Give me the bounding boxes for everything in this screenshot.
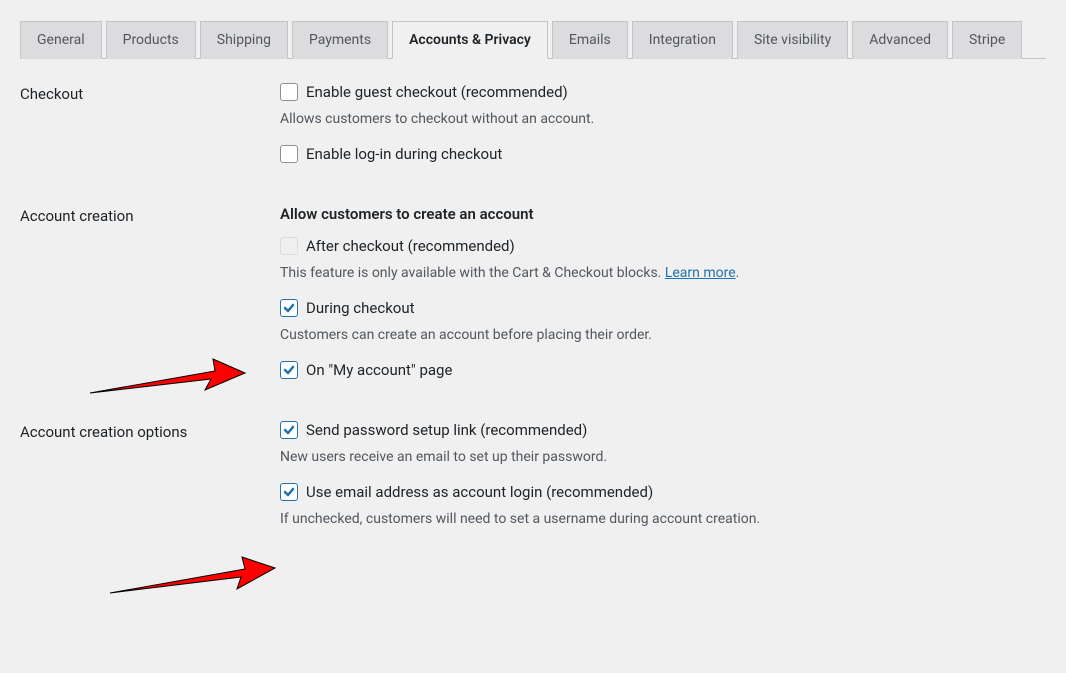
check-icon — [282, 485, 296, 499]
after-checkout-checkbox — [280, 237, 298, 255]
checkout-heading: Checkout — [20, 83, 280, 103]
account-creation-subheading: Allow customers to create an account — [280, 205, 1046, 223]
guest-checkout-description: Allows customers to checkout without an … — [280, 111, 1046, 127]
tab-emails[interactable]: Emails — [552, 21, 628, 59]
tab-payments[interactable]: Payments — [292, 21, 388, 59]
tab-stripe[interactable]: Stripe — [952, 21, 1022, 59]
tab-accounts-privacy[interactable]: Accounts & Privacy — [392, 21, 548, 59]
password-link-label: Send password setup link (recommended) — [306, 421, 587, 439]
tab-site-visibility[interactable]: Site visibility — [737, 21, 848, 59]
after-checkout-label: After checkout (recommended) — [306, 237, 515, 255]
during-checkout-label: During checkout — [306, 299, 415, 317]
during-checkout-checkbox[interactable] — [280, 299, 298, 317]
tab-products[interactable]: Products — [106, 21, 196, 59]
guest-checkout-label: Enable guest checkout (recommended) — [306, 83, 568, 101]
guest-checkout-checkbox[interactable] — [280, 83, 298, 101]
login-during-checkout-label: Enable log-in during checkout — [306, 145, 502, 163]
check-icon — [282, 363, 296, 377]
check-icon — [282, 423, 296, 437]
account-options-heading: Account creation options — [20, 421, 280, 441]
email-login-description: If unchecked, customers will need to set… — [280, 511, 1046, 527]
email-login-label: Use email address as account login (reco… — [306, 483, 653, 501]
account-creation-heading: Account creation — [20, 205, 280, 225]
my-account-label: On "My account" page — [306, 361, 452, 379]
email-login-checkbox[interactable] — [280, 483, 298, 501]
tab-general[interactable]: General — [20, 21, 102, 59]
settings-tabs: General Products Shipping Payments Accou… — [20, 20, 1046, 59]
arrow-annotation-icon — [105, 545, 280, 604]
login-during-checkout-checkbox[interactable] — [280, 145, 298, 163]
learn-more-link[interactable]: Learn more — [665, 265, 736, 281]
tab-integration[interactable]: Integration — [632, 21, 733, 59]
my-account-checkbox[interactable] — [280, 361, 298, 379]
during-checkout-description: Customers can create an account before p… — [280, 327, 1046, 343]
tab-shipping[interactable]: Shipping — [200, 21, 288, 59]
password-link-description: New users receive an email to set up the… — [280, 449, 1046, 465]
after-checkout-description: This feature is only available with the … — [280, 265, 1046, 281]
password-link-checkbox[interactable] — [280, 421, 298, 439]
tab-advanced[interactable]: Advanced — [852, 21, 948, 59]
check-icon — [282, 301, 296, 315]
